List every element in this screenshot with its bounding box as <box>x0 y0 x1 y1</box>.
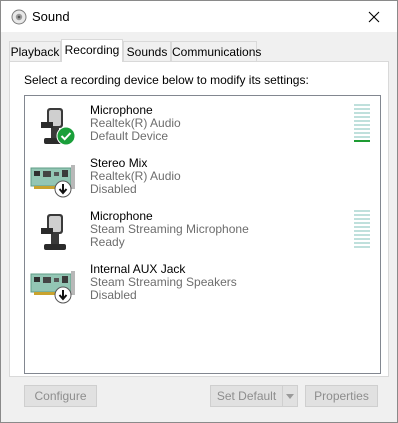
sound-dialog: Sound Playback Recording Sounds Communic… <box>0 0 398 423</box>
speaker-icon <box>11 9 27 25</box>
recording-device-list[interactable]: Microphone Realtek(R) Audio Default Devi… <box>24 95 381 374</box>
device-driver: Steam Streaming Microphone <box>90 222 249 236</box>
close-icon <box>368 11 380 22</box>
level-meter-segment <box>354 124 370 126</box>
level-meter-segment <box>354 214 370 216</box>
level-meter-segment <box>354 230 370 232</box>
level-meter <box>354 104 370 144</box>
tab-playback[interactable]: Playback <box>9 41 61 61</box>
title-bar[interactable]: Sound <box>1 1 397 32</box>
list-item[interactable]: Internal AUX Jack Steam Streaming Speake… <box>25 257 380 310</box>
device-name: Internal AUX Jack <box>90 262 186 276</box>
level-meter-segment <box>354 222 370 224</box>
list-item[interactable]: Microphone Realtek(R) Audio Default Devi… <box>25 98 380 151</box>
tab-sounds[interactable]: Sounds <box>123 41 171 61</box>
level-meter-segment <box>354 112 370 114</box>
level-meter-segment <box>354 108 370 110</box>
default-check-icon <box>56 126 76 146</box>
level-meter-segment <box>354 242 370 244</box>
properties-button[interactable]: Properties <box>305 385 378 407</box>
set-default-button[interactable]: Set Default <box>210 385 283 407</box>
level-meter-segment <box>354 120 370 122</box>
list-item[interactable]: Stereo Mix Realtek(R) Audio Disabled <box>25 151 380 204</box>
disabled-arrow-icon <box>54 286 72 304</box>
device-driver: Steam Streaming Speakers <box>90 275 237 289</box>
level-meter-segment <box>354 104 370 106</box>
set-default-dropdown-button[interactable] <box>282 385 298 407</box>
microphone-icon <box>41 214 66 250</box>
list-item[interactable]: Microphone Steam Streaming Microphone Re… <box>25 204 380 257</box>
level-meter-segment <box>354 140 370 142</box>
close-button[interactable] <box>351 1 397 32</box>
tab-communications[interactable]: Communications <box>171 41 261 61</box>
level-meter-segment <box>354 132 370 134</box>
recording-panel: Select a recording device below to modif… <box>9 61 389 377</box>
level-meter-segment <box>354 116 370 118</box>
level-meter <box>354 210 370 250</box>
device-name: Microphone <box>90 103 153 117</box>
level-meter-segment <box>354 226 370 228</box>
level-meter-segment <box>354 246 370 248</box>
window-title: Sound <box>32 9 70 24</box>
level-meter-segment <box>354 128 370 130</box>
level-meter-segment <box>354 218 370 220</box>
device-name: Microphone <box>90 209 153 223</box>
device-status: Default Device <box>90 129 169 143</box>
device-name: Stereo Mix <box>90 156 148 170</box>
disabled-arrow-icon <box>54 180 72 198</box>
level-meter-segment <box>354 238 370 240</box>
device-driver: Realtek(R) Audio <box>90 169 181 183</box>
device-status: Disabled <box>90 288 137 302</box>
tab-recording[interactable]: Recording <box>61 39 123 62</box>
configure-button[interactable]: Configure <box>24 385 97 407</box>
device-status: Ready <box>90 235 125 249</box>
level-meter-segment <box>354 136 370 138</box>
device-driver: Realtek(R) Audio <box>90 116 181 130</box>
chevron-down-icon <box>286 393 294 399</box>
level-meter-segment <box>354 210 370 212</box>
device-status: Disabled <box>90 182 137 196</box>
instruction-text: Select a recording device below to modif… <box>24 73 309 87</box>
level-meter-segment <box>354 234 370 236</box>
